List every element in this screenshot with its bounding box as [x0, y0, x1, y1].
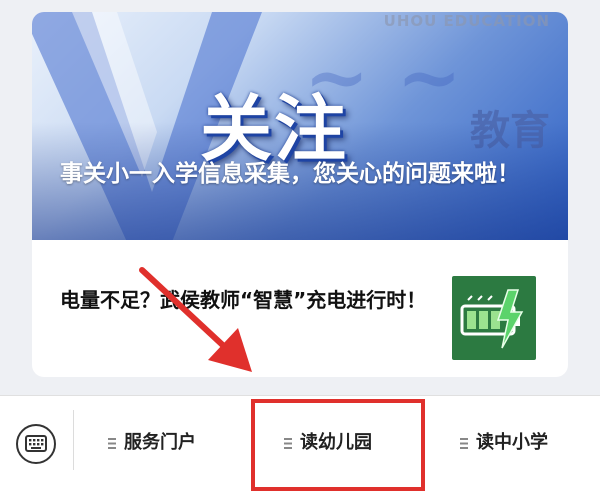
article-2-item[interactable]: 电量不足？武侯教师“智慧”充电进行时！ — [32, 240, 568, 377]
menu-item-label: 读中小学 — [476, 432, 548, 453]
article-2-thumbnail[interactable] — [452, 276, 536, 360]
menu-lines-icon — [108, 437, 116, 449]
article-1-title[interactable]: 事关小一入学信息采集，您关心的问题来啦！ — [60, 154, 540, 194]
menu-lines-icon — [460, 437, 468, 449]
keyboard-icon — [25, 435, 47, 452]
annotation-arrow — [139, 267, 252, 372]
banner-watermark: UHOU EDUCATION — [383, 12, 550, 30]
article-list-card: UHOU EDUCATION ~ ~ 教育 关注 事关小一入学信息采集，您关心的… — [32, 12, 568, 377]
keyboard-toggle-button[interactable] — [16, 424, 56, 464]
menu-item-primary-secondary[interactable]: 读中小学 — [460, 423, 548, 463]
battery-charging-icon — [460, 289, 524, 349]
menu-item-label: 服务门户 — [124, 432, 196, 453]
article-1-banner[interactable]: UHOU EDUCATION ~ ~ 教育 关注 事关小一入学信息采集，您关心的… — [32, 12, 568, 240]
menu-item-service-portal[interactable]: 服务门户 — [108, 423, 196, 463]
annotation-highlight-box — [251, 399, 425, 491]
menu-divider — [73, 410, 74, 470]
